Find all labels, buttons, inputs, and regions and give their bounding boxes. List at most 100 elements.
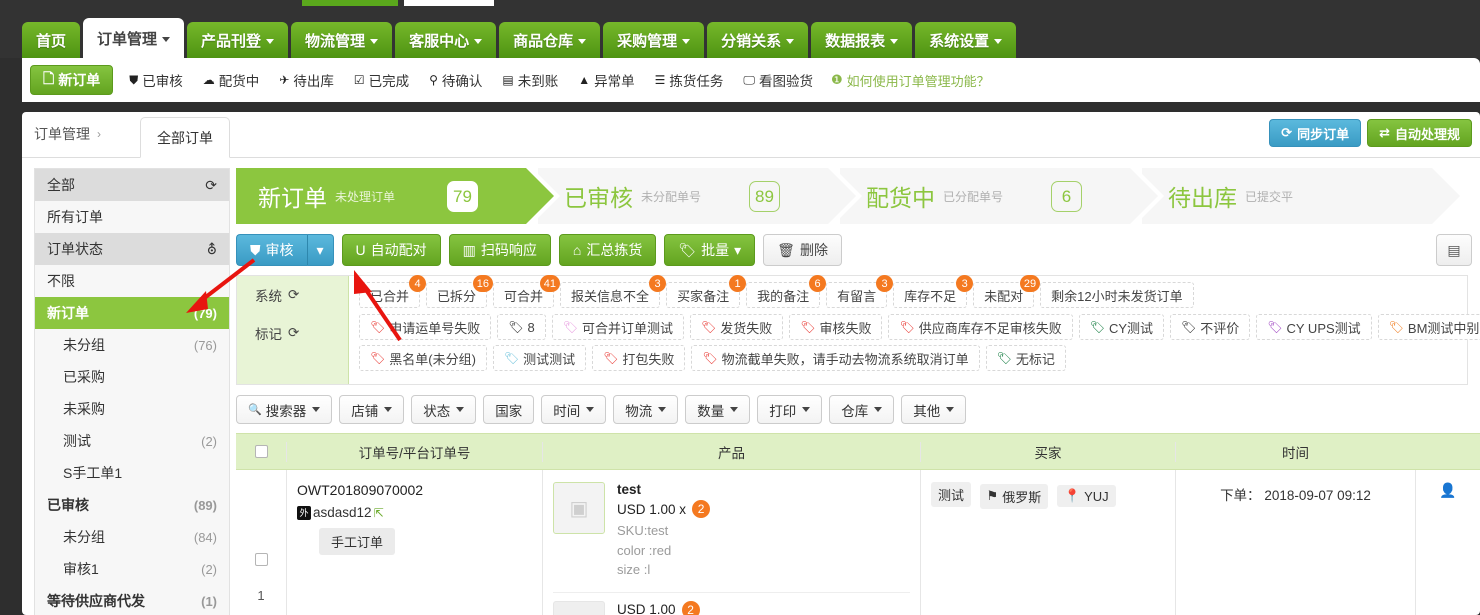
filter-button-3[interactable]: 国家 (483, 395, 535, 424)
nav-tab-1[interactable]: 订单管理 (83, 18, 185, 58)
nav-tab-4[interactable]: 客服中心 (395, 22, 497, 58)
filter-chip[interactable]: 有留言 3 (826, 275, 894, 308)
auto-match-button[interactable]: U 自动配对 (341, 234, 441, 266)
buyer-name-chip[interactable]: 测试 (931, 482, 972, 507)
select-all-checkbox[interactable] (254, 445, 268, 458)
nav-tab-6[interactable]: 采购管理 (603, 22, 705, 58)
status-ribbon-item-1[interactable]: 已审核 未分配单号 89 (538, 168, 862, 224)
filter-button-2[interactable]: 状态 (411, 395, 477, 424)
nav-tab-7[interactable]: 分销关系 (707, 22, 809, 58)
user-icon[interactable]: 👤 (1439, 482, 1456, 498)
filter-button-4[interactable]: 时间 (541, 395, 607, 424)
refresh-icon[interactable]: ⟳ (288, 325, 299, 341)
sub-toolbar-item-6[interactable]: ▲ 异常单 (568, 65, 644, 95)
filter-chip[interactable]: 🏷 CY UPS测试 (1256, 314, 1372, 340)
column-settings-button[interactable]: ▤ (1436, 234, 1472, 266)
filter-chip[interactable]: 🏷 黑名单(未分组) (359, 345, 487, 371)
filter-chip[interactable]: 可合并 41 (493, 275, 561, 308)
sidebar-item-7[interactable]: 已审核 (89) (35, 489, 229, 521)
sidebar-item-8[interactable]: 未分组 (84) (35, 521, 229, 553)
filter-chip[interactable]: 🏷 申请运单号失败 (359, 314, 492, 340)
sidebar-item-6[interactable]: S手工单1 (35, 457, 229, 489)
sub-toolbar-item-7[interactable]: ☰ 拣货任务 (645, 65, 734, 95)
auto-process-button[interactable]: ⇄ 自动处理规 (1367, 119, 1472, 147)
nav-tab-2[interactable]: 产品刊登 (187, 22, 289, 58)
nav-tab-9[interactable]: 系统设置 (915, 22, 1017, 58)
system-tags-label-row[interactable]: 系统 ⟳ (237, 276, 348, 314)
buyer-country-chip[interactable]: ⚑ 俄罗斯 (979, 483, 1049, 509)
sidebar-header-order-status[interactable]: 订单状态 ⛢ (35, 233, 229, 265)
filter-button-0[interactable]: 🔍 搜索器 (236, 395, 333, 424)
nav-tab-3[interactable]: 物流管理 (291, 22, 393, 58)
mark-tags-label-row[interactable]: 标记 ⟳ (237, 314, 348, 352)
nav-tab-0[interactable]: 首页 (22, 22, 81, 58)
sync-orders-button[interactable]: ⟳ 同步订单 (1269, 119, 1362, 147)
filter-button-8[interactable]: 仓库 (829, 395, 895, 424)
review-button[interactable]: ⛊ 审核 (236, 234, 307, 266)
filter-chip[interactable]: 已拆分 16 (426, 275, 494, 308)
filter-chip[interactable]: 库存不足 3 (893, 275, 974, 308)
buyer-city-chip[interactable]: 📍 YUJ (1056, 485, 1116, 507)
sidebar-item-2[interactable]: 未分组 (76) (35, 329, 229, 361)
row-checkbox[interactable] (254, 553, 268, 567)
filter-chip[interactable]: 🏷 发货失败 (689, 314, 784, 340)
help-link[interactable]: ❶ 如何使用订单管理功能？ (823, 71, 990, 90)
filter-chip[interactable]: 🏷 不评价 (1170, 314, 1251, 340)
sidebar-item-10[interactable]: 等待供应商代发 (1) (35, 585, 229, 615)
filter-chip[interactable]: 🏷 8 (497, 314, 546, 340)
filter-button-9[interactable]: 其他 (901, 395, 967, 424)
sub-toolbar-item-2[interactable]: ✈ 待出库 (269, 65, 344, 95)
table-row[interactable]: 1 OWT201809070002 外 asdasd12 ⇱ 手工订单 ▣ te… (236, 470, 1480, 615)
status-ribbon-item-0[interactable]: 新订单 未处理订单 79 (236, 168, 560, 224)
order-number[interactable]: OWT201809070002 (297, 482, 532, 498)
sub-toolbar-item-0[interactable]: ⛊ 已审核 (119, 65, 193, 95)
filter-chip[interactable]: 🏷 打包失败 (592, 345, 686, 371)
review-dropdown-button[interactable]: ▾ (306, 234, 334, 266)
sidebar-item-all-orders[interactable]: 所有订单 (35, 201, 229, 233)
filter-chip[interactable]: 🏷 可合并订单测试 (551, 314, 684, 340)
sub-toolbar-item-4[interactable]: ⚲ 待确认 (419, 65, 492, 95)
filter-button-6[interactable]: 数量 (685, 395, 751, 424)
sub-toolbar-item-5[interactable]: ▤ 未到账 (492, 65, 568, 95)
filter-chip[interactable]: 🏷 物流截单失败，请手动去物流系统取消订单 (691, 345, 980, 371)
filter-chip[interactable]: 剩余12小时未发货订单 (1040, 282, 1194, 308)
tab-all-orders[interactable]: 全部订单 (140, 117, 230, 158)
status-ribbon-item-2[interactable]: 配货中 已分配单号 6 (840, 168, 1164, 224)
sidebar-header-all[interactable]: 全部 ⟳ (35, 169, 229, 201)
delete-button[interactable]: 🗑 删除 (763, 234, 842, 266)
sidebar-item-4[interactable]: 未采购 (35, 393, 229, 425)
filter-chip[interactable]: 🏷 CY测试 (1078, 314, 1165, 340)
sub-toolbar-item-3[interactable]: ☑ 已完成 (344, 65, 419, 95)
breadcrumb-root[interactable]: 订单管理 (34, 124, 90, 144)
refresh-icon[interactable]: ⟳ (288, 287, 299, 303)
status-ribbon-item-3[interactable]: 待出库 已提交平 (1142, 168, 1466, 224)
filter-chip[interactable]: 🏷 无标记 (985, 345, 1066, 371)
filter-chip[interactable]: 我的备注 6 (746, 275, 827, 308)
filter-button-1[interactable]: 店铺 (339, 395, 405, 424)
new-order-button[interactable]: 🗋 新订单 (30, 65, 114, 95)
sidebar-item-9[interactable]: 审核1 (2) (35, 553, 229, 585)
filter-button-7[interactable]: 打印 (757, 395, 823, 424)
summary-pick-button[interactable]: ⌂ 汇总拣货 (558, 234, 657, 266)
filter-chip[interactable]: 报关信息不全 3 (560, 275, 667, 308)
sub-toolbar-item-8[interactable]: 🖵 看图验货 (733, 65, 823, 95)
sidebar-item-3[interactable]: 已采购 (35, 361, 229, 393)
filter-chip[interactable]: 🏷 测试测试 (492, 345, 587, 371)
refresh-icon[interactable]: ⟳ (205, 177, 217, 194)
filter-chip[interactable]: 已合并 4 (359, 275, 427, 308)
filter-chip[interactable]: 🏷 审核失败 (789, 314, 883, 340)
filter-chip[interactable]: 🏷 供应商库存不足审核失败 (888, 314, 1073, 340)
filter-chip[interactable]: 买家备注 1 (666, 275, 747, 308)
sitemap-icon[interactable]: ⛢ (207, 241, 217, 258)
filter-chip[interactable]: 🏷BM测试中别动 (1377, 314, 1480, 340)
nav-tab-8[interactable]: 数据报表 (811, 22, 913, 58)
sidebar-item-5[interactable]: 测试 (2) (35, 425, 229, 457)
sub-toolbar-item-1[interactable]: ☁ 配货中 (193, 65, 270, 95)
filter-button-5[interactable]: 物流 (613, 395, 679, 424)
batch-button[interactable]: 🏷 批量 ▾ (664, 234, 756, 266)
nav-tab-5[interactable]: 商品仓库 (499, 22, 601, 58)
external-link-icon[interactable]: ⇱ (374, 506, 384, 520)
scan-response-button[interactable]: ▥ 扫码响应 (448, 234, 551, 266)
sidebar-item-1[interactable]: 新订单 (79) (35, 297, 229, 329)
filter-chip[interactable]: 未配对 29 (973, 275, 1041, 308)
